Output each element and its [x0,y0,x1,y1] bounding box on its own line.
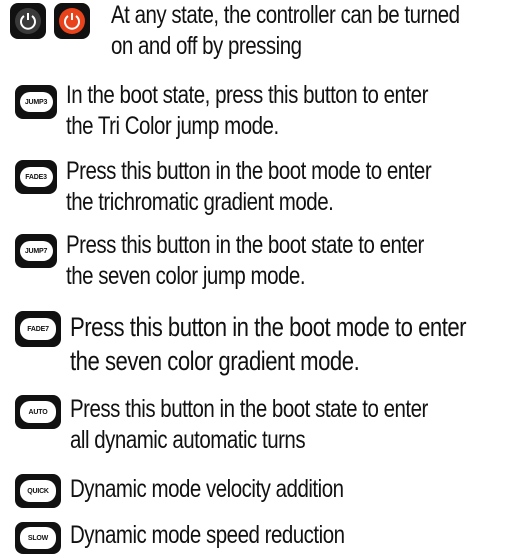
jump3-button-icon: JUMP3 [15,85,57,119]
quick-button-icon: QUICK [15,474,61,508]
fade7-button-icon: FADE7 [15,311,61,347]
jump3-description: In the boot state, press this button to … [66,81,428,140]
power-off-icon [10,3,46,39]
fade3-button-icon: FADE3 [15,160,57,194]
slow-description: Dynamic mode speed reduction [70,521,345,549]
jump7-button-icon: JUMP7 [15,234,57,268]
instruction-list: At any state, the controller can be turn… [0,0,511,555]
power-on-icon [54,3,90,39]
auto-button-icon: AUTO [15,395,61,429]
auto-description: Press this button in the boot state to e… [70,395,428,454]
jump7-description: Press this button in the boot state to e… [66,231,424,290]
quick-description: Dynamic mode velocity addition [70,475,344,503]
fade3-description: Press this button in the boot mode to en… [66,157,432,216]
slow-button-icon: SLOW [15,522,61,554]
fade7-description: Press this button in the boot mode to en… [70,312,467,376]
power-description: At any state, the controller can be turn… [111,1,460,60]
